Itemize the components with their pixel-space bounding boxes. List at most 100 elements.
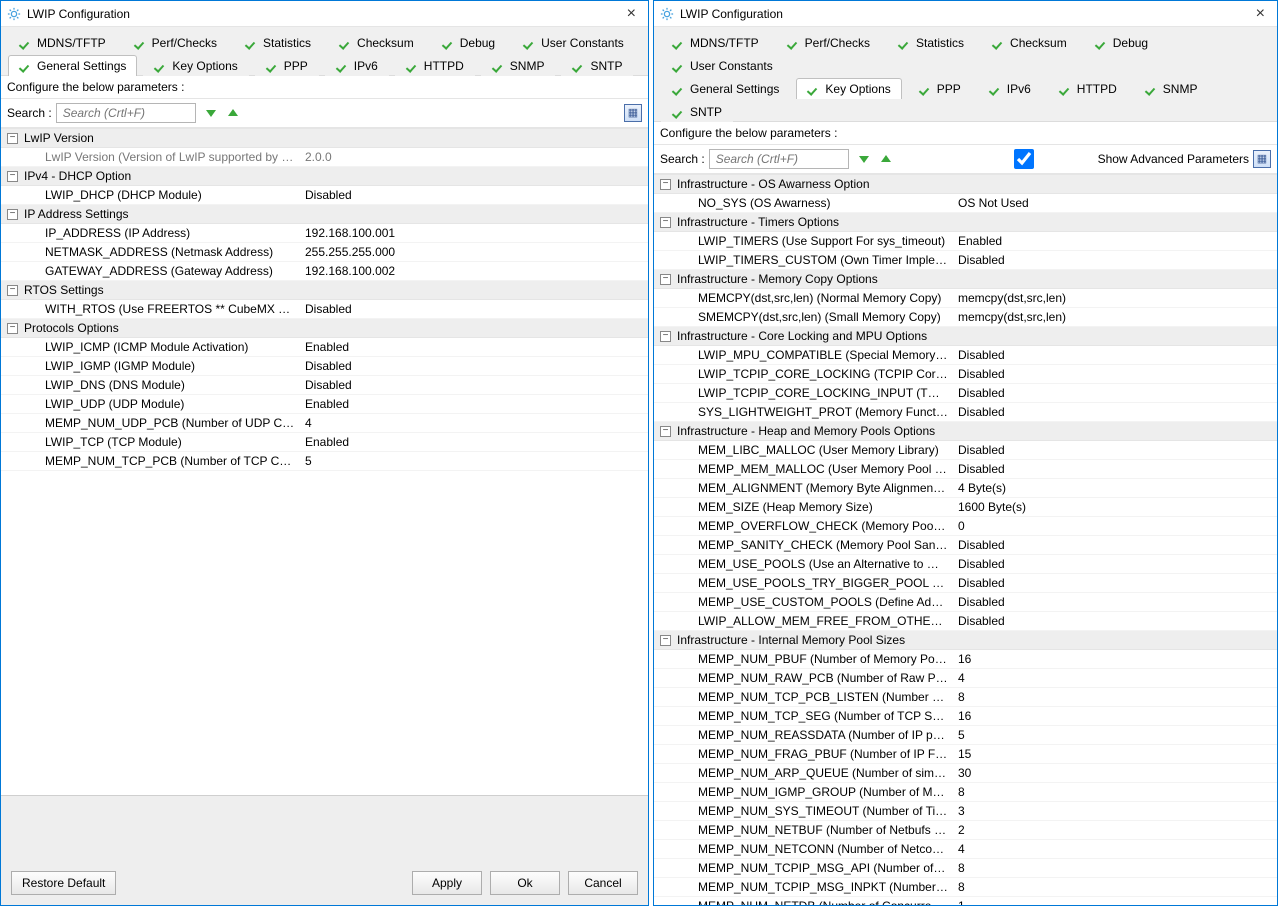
param-value[interactable]: Disabled — [958, 557, 1271, 571]
param-value[interactable]: OS Not Used — [958, 196, 1271, 210]
tab-mdns[interactable]: MDNS/TFTP — [8, 32, 117, 53]
search-next-icon[interactable] — [204, 106, 218, 120]
param-value[interactable]: 4 — [305, 416, 642, 430]
param-value[interactable]: 30 — [958, 766, 1271, 780]
param-value[interactable]: memcpy(dst,src,len) — [958, 291, 1271, 305]
param-row[interactable]: MEMP_NUM_RAW_PCB (Number of Raw Protocol… — [654, 669, 1277, 688]
restore-default-button[interactable]: Restore Default — [11, 871, 116, 895]
collapse-icon[interactable] — [7, 285, 18, 296]
tab-stats[interactable]: Statistics — [887, 32, 975, 53]
show-advanced-checkbox[interactable] — [954, 149, 1094, 169]
search-input[interactable] — [709, 149, 849, 169]
param-row[interactable]: MEM_USE_POOLS_TRY_BIGGER_POOL (Try Next … — [654, 574, 1277, 593]
param-value[interactable]: memcpy(dst,src,len) — [958, 310, 1271, 324]
param-row[interactable]: MEMP_MEM_MALLOC (User Memory Pool Functi… — [654, 460, 1277, 479]
collapse-icon[interactable] — [7, 209, 18, 220]
grid-view-icon[interactable]: ▦ — [1253, 150, 1271, 168]
param-group[interactable]: Infrastructure - Internal Memory Pool Si… — [654, 631, 1277, 650]
param-value[interactable]: 3 — [958, 804, 1271, 818]
param-value[interactable]: 16 — [958, 652, 1271, 666]
param-row[interactable]: MEMP_NUM_SYS_TIMEOUT (Number of Timeouts… — [654, 802, 1277, 821]
tab-key[interactable]: Key Options — [143, 55, 248, 76]
param-row[interactable]: LWIP_TIMERS_CUSTOM (Own Timer Implementa… — [654, 251, 1277, 270]
tab-stats[interactable]: Statistics — [234, 32, 322, 53]
param-value[interactable]: 5 — [305, 454, 642, 468]
param-value[interactable]: Disabled — [958, 386, 1271, 400]
tab-key[interactable]: Key Options — [796, 78, 901, 99]
param-value[interactable]: Disabled — [958, 538, 1271, 552]
param-row[interactable]: MEMP_NUM_PBUF (Number of Memory Pool str… — [654, 650, 1277, 669]
tab-uconst[interactable]: User Constants — [661, 55, 784, 76]
tree-left[interactable]: LwIP VersionLwIP Version (Version of LwI… — [1, 128, 648, 795]
param-value[interactable]: 1 — [958, 899, 1271, 905]
param-value[interactable]: 8 — [958, 785, 1271, 799]
param-row[interactable]: NETMASK_ADDRESS (Netmask Address)255.255… — [1, 243, 648, 262]
tab-debug[interactable]: Debug — [431, 32, 506, 53]
param-group[interactable]: Infrastructure - Heap and Memory Pools O… — [654, 422, 1277, 441]
param-row[interactable]: SYS_LIGHTWEIGHT_PROT (Memory Functions P… — [654, 403, 1277, 422]
search-input[interactable] — [56, 103, 196, 123]
param-value[interactable]: Enabled — [305, 435, 642, 449]
collapse-icon[interactable] — [660, 274, 671, 285]
tab-ipv6[interactable]: IPv6 — [325, 55, 389, 76]
param-group[interactable]: RTOS Settings — [1, 281, 648, 300]
cancel-button[interactable]: Cancel — [568, 871, 638, 895]
param-row[interactable]: MEM_USE_POOLS (Use an Alternative to mal… — [654, 555, 1277, 574]
param-value[interactable]: Disabled — [958, 443, 1271, 457]
tree-right[interactable]: Infrastructure - OS Awarness OptionNO_SY… — [654, 174, 1277, 905]
param-value[interactable]: Disabled — [958, 348, 1271, 362]
param-value[interactable]: 255.255.255.000 — [305, 245, 642, 259]
search-prev-icon[interactable] — [879, 152, 893, 166]
param-value[interactable]: Disabled — [305, 302, 642, 316]
param-row[interactable]: MEMP_NUM_IGMP_GROUP (Number of Multicast… — [654, 783, 1277, 802]
param-value[interactable]: 192.168.100.001 — [305, 226, 642, 240]
param-row[interactable]: MEMP_NUM_TCPIP_MSG_API (Number of TCPIP … — [654, 859, 1277, 878]
search-next-icon[interactable] — [857, 152, 871, 166]
search-prev-icon[interactable] — [226, 106, 240, 120]
param-value[interactable]: 4 — [958, 842, 1271, 856]
param-row[interactable]: MEMP_OVERFLOW_CHECK (Memory Pool Overflo… — [654, 517, 1277, 536]
param-group[interactable]: IP Address Settings — [1, 205, 648, 224]
param-row[interactable]: LWIP_TCP (TCP Module)Enabled — [1, 433, 648, 452]
param-row[interactable]: LWIP_IGMP (IGMP Module)Disabled — [1, 357, 648, 376]
tab-snmp[interactable]: SNMP — [481, 55, 556, 76]
show-advanced-toggle[interactable]: Show Advanced Parameters — [954, 149, 1249, 169]
param-value[interactable]: 8 — [958, 690, 1271, 704]
param-row[interactable]: MEMP_NUM_ARP_QUEUE (Number of simulateou… — [654, 764, 1277, 783]
collapse-icon[interactable] — [660, 635, 671, 646]
tab-debug[interactable]: Debug — [1084, 32, 1159, 53]
collapse-icon[interactable] — [660, 331, 671, 342]
param-row[interactable]: LWIP_UDP (UDP Module)Enabled — [1, 395, 648, 414]
param-value[interactable]: Disabled — [305, 378, 642, 392]
param-value[interactable]: Disabled — [958, 614, 1271, 628]
param-row[interactable]: LWIP_DNS (DNS Module)Disabled — [1, 376, 648, 395]
param-row[interactable]: MEMP_NUM_TCP_PCB_LISTEN (Number of Liste… — [654, 688, 1277, 707]
param-row[interactable]: LWIP_TCPIP_CORE_LOCKING (TCPIP Core Lock… — [654, 365, 1277, 384]
param-row[interactable]: LWIP_TCPIP_CORE_LOCKING_INPUT (TCPIP Cor… — [654, 384, 1277, 403]
tab-httpd[interactable]: HTTPD — [1048, 78, 1128, 99]
param-value[interactable]: 8 — [958, 861, 1271, 875]
grid-view-icon[interactable]: ▦ — [624, 104, 642, 122]
tab-httpd[interactable]: HTTPD — [395, 55, 475, 76]
tab-ppp[interactable]: PPP — [908, 78, 972, 99]
param-row[interactable]: MEMP_NUM_TCP_SEG (Number of TCP Segments… — [654, 707, 1277, 726]
param-value[interactable]: 4 — [958, 671, 1271, 685]
param-row[interactable]: MEM_LIBC_MALLOC (User Memory Library)Dis… — [654, 441, 1277, 460]
param-value[interactable]: 1600 Byte(s) — [958, 500, 1271, 514]
param-row[interactable]: LWIP_MPU_COMPATIBLE (Special Memory Mana… — [654, 346, 1277, 365]
param-value[interactable]: 8 — [958, 880, 1271, 894]
param-value[interactable]: 192.168.100.002 — [305, 264, 642, 278]
param-row[interactable]: NO_SYS (OS Awarness)OS Not Used — [654, 194, 1277, 213]
close-icon[interactable]: × — [621, 5, 642, 23]
param-value[interactable]: 15 — [958, 747, 1271, 761]
collapse-icon[interactable] — [660, 426, 671, 437]
param-row[interactable]: MEMCPY(dst,src,len) (Normal Memory Copy)… — [654, 289, 1277, 308]
param-row[interactable]: MEMP_NUM_REASSDATA (Number of IP packets… — [654, 726, 1277, 745]
param-row[interactable]: LwIP Version (Version of LwIP supported … — [1, 148, 648, 167]
param-row[interactable]: WITH_RTOS (Use FREERTOS ** CubeMX specif… — [1, 300, 648, 319]
param-value[interactable]: 0 — [958, 519, 1271, 533]
collapse-icon[interactable] — [7, 133, 18, 144]
param-value[interactable]: Disabled — [958, 367, 1271, 381]
param-value[interactable]: 5 — [958, 728, 1271, 742]
param-value[interactable]: 16 — [958, 709, 1271, 723]
